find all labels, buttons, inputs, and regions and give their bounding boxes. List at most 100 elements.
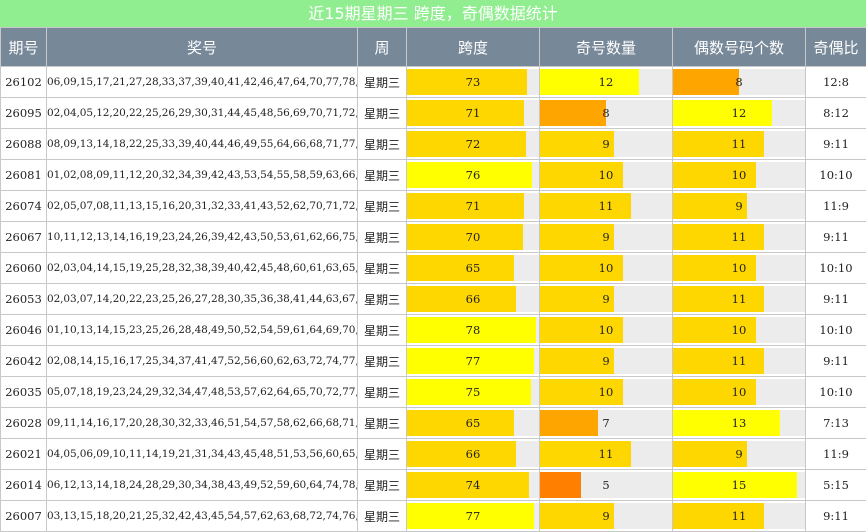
span-bar-cell: 70 [407, 222, 540, 253]
span-bar-cell: 66 [407, 439, 540, 470]
ratio-cell: 9:11 [806, 346, 866, 377]
odd-bar-cell: 12 [540, 67, 673, 98]
odd-bar-cell: 11 [540, 191, 673, 222]
numbers-cell: 02,03,04,14,15,19,25,28,32,38,39,40,42,4… [47, 253, 358, 284]
issue-cell: 26042 [1, 346, 47, 377]
header-issue: 期号 [1, 28, 47, 67]
week-cell: 星期三 [358, 377, 407, 408]
odd-bar-fill [540, 441, 631, 467]
issue-cell: 26088 [1, 129, 47, 160]
even-value: 11 [732, 230, 747, 244]
even-value: 11 [732, 354, 747, 368]
numbers-cell: 01,02,08,09,11,12,20,32,34,39,42,43,53,5… [47, 160, 358, 191]
issue-cell: 26067 [1, 222, 47, 253]
odd-value: 7 [602, 416, 609, 430]
odd-value: 9 [602, 509, 609, 523]
week-cell: 星期三 [358, 160, 407, 191]
table-row: 2605302,03,07,14,20,22,23,25,26,27,28,30… [1, 284, 866, 315]
even-bar-fill [673, 100, 772, 126]
even-bar-cell: 13 [673, 408, 806, 439]
even-value: 13 [732, 416, 747, 430]
header-even-count: 偶数号码个数 [673, 28, 806, 67]
week-cell: 星期三 [358, 67, 407, 98]
even-value: 15 [732, 478, 747, 492]
span-bar-cell: 78 [407, 315, 540, 346]
issue-cell: 26028 [1, 408, 47, 439]
ratio-cell: 7:13 [806, 408, 866, 439]
odd-value: 10 [599, 168, 614, 182]
even-bar-cell: 10 [673, 315, 806, 346]
even-bar-cell: 11 [673, 346, 806, 377]
table-row: 2603505,07,18,19,23,24,29,32,34,47,48,53… [1, 377, 866, 408]
even-bar-cell: 11 [673, 129, 806, 160]
issue-cell: 26074 [1, 191, 47, 222]
header-numbers: 奖号 [47, 28, 358, 67]
issue-cell: 26053 [1, 284, 47, 315]
span-value: 70 [466, 230, 481, 244]
span-value: 65 [466, 261, 481, 275]
span-bar-cell: 74 [407, 470, 540, 501]
odd-value: 8 [602, 106, 609, 120]
numbers-cell: 02,04,05,12,20,22,25,26,29,30,31,44,45,4… [47, 98, 358, 129]
ratio-cell: 9:11 [806, 501, 866, 532]
span-value: 78 [466, 323, 481, 337]
even-bar-cell: 9 [673, 439, 806, 470]
numbers-cell: 02,08,14,15,16,17,25,34,37,41,47,52,56,6… [47, 346, 358, 377]
even-bar-fill [673, 503, 764, 529]
ratio-cell: 11:9 [806, 439, 866, 470]
odd-bar-cell: 7 [540, 408, 673, 439]
panel-title: 近15期星期三 跨度，奇偶数据统计 [0, 0, 866, 27]
odd-value: 5 [602, 478, 609, 492]
table-row: 2608808,09,13,14,18,22,25,33,39,40,44,46… [1, 129, 866, 160]
issue-cell: 26014 [1, 470, 47, 501]
span-bar-cell: 65 [407, 253, 540, 284]
odd-value: 11 [599, 199, 614, 213]
odd-bar-cell: 10 [540, 377, 673, 408]
even-bar-cell: 9 [673, 191, 806, 222]
span-bar-cell: 65 [407, 408, 540, 439]
even-bar-fill [673, 410, 780, 436]
even-bar-cell: 12 [673, 98, 806, 129]
week-cell: 星期三 [358, 501, 407, 532]
stats-panel: 近15期星期三 跨度，奇偶数据统计 期号 奖号 周 跨度 奇号数量 偶数号码个数… [0, 0, 866, 529]
numbers-cell: 05,07,18,19,23,24,29,32,34,47,48,53,57,6… [47, 377, 358, 408]
odd-bar-cell: 9 [540, 222, 673, 253]
even-bar-cell: 10 [673, 377, 806, 408]
even-value: 8 [735, 75, 742, 89]
odd-value: 9 [602, 354, 609, 368]
odd-bar-cell: 10 [540, 315, 673, 346]
even-value: 12 [732, 106, 747, 120]
odd-value: 10 [599, 385, 614, 399]
span-bar-cell: 71 [407, 191, 540, 222]
ratio-cell: 10:10 [806, 377, 866, 408]
ratio-cell: 9:11 [806, 222, 866, 253]
week-cell: 星期三 [358, 98, 407, 129]
week-cell: 星期三 [358, 439, 407, 470]
span-value: 73 [466, 75, 481, 89]
week-cell: 星期三 [358, 253, 407, 284]
issue-cell: 26046 [1, 315, 47, 346]
table-row: 2606002,03,04,14,15,19,25,28,32,38,39,40… [1, 253, 866, 284]
span-value: 66 [466, 292, 481, 306]
numbers-cell: 10,11,12,13,14,16,19,23,24,26,39,42,43,5… [47, 222, 358, 253]
span-bar-cell: 71 [407, 98, 540, 129]
span-bar-cell: 66 [407, 284, 540, 315]
numbers-cell: 02,05,07,08,11,13,15,16,20,31,32,33,41,4… [47, 191, 358, 222]
span-value: 77 [466, 509, 481, 523]
ratio-cell: 5:15 [806, 470, 866, 501]
odd-bar-cell: 9 [540, 129, 673, 160]
odd-bar-fill [540, 410, 598, 436]
table-row: 2606710,11,12,13,14,16,19,23,24,26,39,42… [1, 222, 866, 253]
ratio-cell: 11:9 [806, 191, 866, 222]
even-value: 10 [732, 168, 747, 182]
even-value: 10 [732, 261, 747, 275]
span-value: 76 [466, 168, 481, 182]
table-row: 2609502,04,05,12,20,22,25,26,29,30,31,44… [1, 98, 866, 129]
numbers-cell: 02,03,07,14,20,22,23,25,26,27,28,30,35,3… [47, 284, 358, 315]
even-bar-fill [673, 131, 764, 157]
even-bar-cell: 11 [673, 501, 806, 532]
span-value: 65 [466, 416, 481, 430]
table-row: 2610206,09,15,17,21,27,28,33,37,39,40,41… [1, 67, 866, 98]
odd-value: 9 [602, 292, 609, 306]
span-bar-fill [407, 224, 523, 250]
